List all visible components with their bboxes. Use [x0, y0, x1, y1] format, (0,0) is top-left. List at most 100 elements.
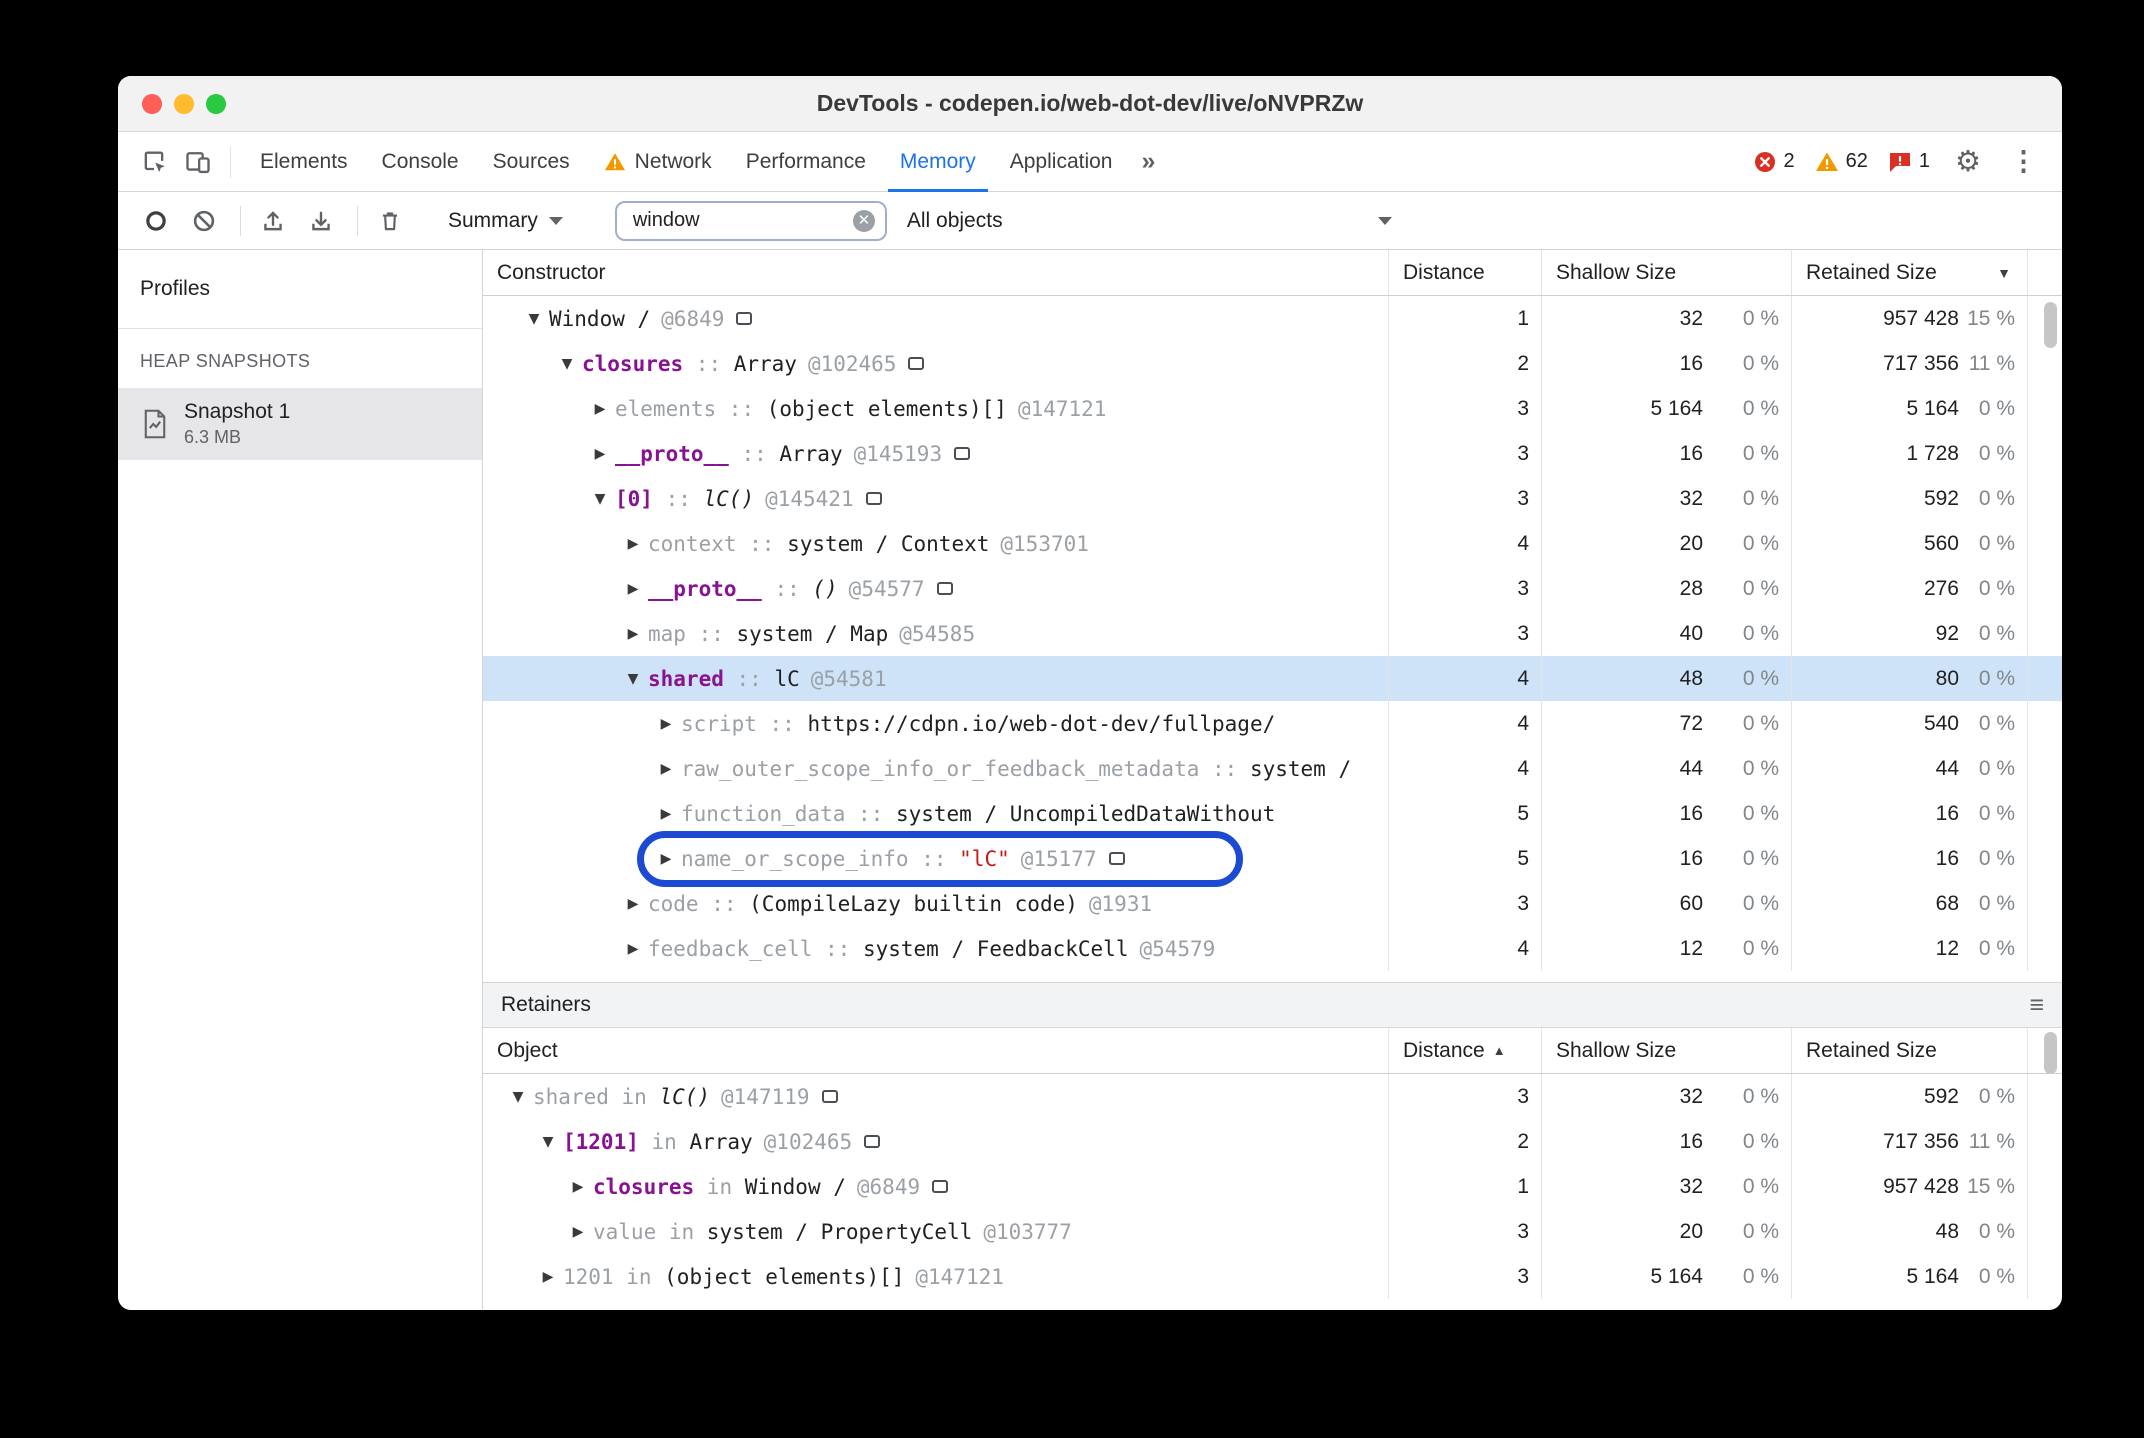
tab-performance[interactable]: Performance	[729, 132, 883, 191]
kebab-menu-icon[interactable]: ⋮	[2006, 144, 2042, 180]
tree-row[interactable]: ▶ __proto__ :: Array @145193 3 16 0 % 1 728 0 %	[483, 431, 2062, 476]
shallow-size-cell: 44 0 %	[1542, 746, 1792, 791]
col-constructor[interactable]: Constructor	[483, 250, 1389, 295]
collapse-arrow-icon[interactable]: ▼	[519, 311, 549, 327]
tree-row[interactable]: ▶ 1201 in (object elements)[] @147121 3 5 16…	[483, 1254, 2062, 1299]
object-id: @54585	[899, 621, 976, 646]
tab-elements[interactable]: Elements	[243, 132, 365, 191]
reveal-icon[interactable]	[908, 357, 925, 370]
delete-profile-icon[interactable]	[372, 203, 408, 239]
tab-network[interactable]: Network	[587, 132, 729, 191]
reveal-icon[interactable]	[954, 447, 971, 460]
tree-row[interactable]: ▶ closures in Window / @6849 1 32 0 % 957 428 1…	[483, 1164, 2062, 1209]
collapse-arrow-icon[interactable]: ▼	[533, 1134, 563, 1150]
constructor-scrollbar[interactable]	[2044, 302, 2057, 348]
expand-arrow-icon[interactable]: ▶	[585, 401, 615, 417]
tree-row[interactable]: ▶ name_or_scope_info :: "lC" @15177 5 16 0 % 1…	[483, 836, 2062, 881]
col-shallow-size[interactable]: Shallow Size	[1542, 1028, 1792, 1073]
object-id: @15177	[1020, 846, 1097, 871]
minimize-window-button[interactable]	[174, 94, 194, 114]
col-retained-size[interactable]: Retained Size	[1792, 1028, 2028, 1073]
retained-size-cell: 592 0 %	[1792, 1074, 2028, 1119]
tab-sources[interactable]: Sources	[476, 132, 587, 191]
tab-console[interactable]: Console	[365, 132, 476, 191]
collapse-arrow-icon[interactable]: ▼	[618, 671, 648, 687]
tree-row[interactable]: ▶ value in system / PropertyCell @103777 3 2…	[483, 1209, 2062, 1254]
objects-filter-select[interactable]: All objects	[907, 209, 1400, 233]
retainers-scrollbar[interactable]	[2044, 1032, 2057, 1074]
shallow-size-cell: 32 0 %	[1542, 296, 1792, 341]
warning-count-badge[interactable]: 62	[1815, 150, 1868, 174]
issues-count-badge[interactable]: 1	[1888, 150, 1930, 174]
error-count-badge[interactable]: 2	[1753, 150, 1795, 174]
shallow-size-cell: 28 0 %	[1542, 566, 1792, 611]
expand-arrow-icon[interactable]: ▶	[651, 761, 681, 777]
tree-row[interactable]: ▶ map :: system / Map @54585 3 40 0 % 92 0 %	[483, 611, 2062, 656]
retainers-menu-icon[interactable]: ≡	[2029, 991, 2044, 1020]
reveal-icon[interactable]	[932, 1180, 949, 1193]
device-toolbar-icon[interactable]	[180, 144, 216, 180]
reveal-icon[interactable]	[864, 1135, 881, 1148]
expand-arrow-icon[interactable]: ▶	[618, 941, 648, 957]
expand-arrow-icon[interactable]: ▶	[651, 851, 681, 867]
retainers-header-row: Object Distance ▲ Shallow Size Retained …	[483, 1028, 2062, 1074]
tree-row[interactable]: ▶ feedback_cell :: system / FeedbackCell @…	[483, 926, 2062, 971]
collapse-arrow-icon[interactable]: ▼	[503, 1089, 533, 1105]
expand-arrow-icon[interactable]: ▶	[563, 1224, 593, 1240]
sidebar-item-snapshot-1[interactable]: Snapshot 1 6.3 MB	[118, 388, 482, 460]
node-value: system / Map	[736, 621, 889, 646]
tree-row[interactable]: ▼ [1201] in Array @102465 2 16 0 % 717 356 11 %	[483, 1119, 2062, 1164]
save-profile-icon[interactable]	[303, 203, 339, 239]
clear-all-profiles-icon[interactable]	[186, 203, 222, 239]
node-name: [0]	[615, 486, 653, 511]
tree-row[interactable]: ▼ closures :: Array @102465 2 16 0 % 717 356 11…	[483, 341, 2062, 386]
reveal-icon[interactable]	[1108, 852, 1125, 865]
tree-row[interactable]: ▶ code :: (CompileLazy builtin code) @1931…	[483, 881, 2062, 926]
col-distance[interactable]: Distance ▲	[1389, 1028, 1542, 1073]
tree-row[interactable]: ▼ [0] :: lC() @145421 3 32 0 % 592 0 %	[483, 476, 2062, 521]
col-distance[interactable]: Distance	[1389, 250, 1542, 295]
clear-filter-icon[interactable]: ✕	[852, 209, 875, 232]
inspect-element-icon[interactable]	[136, 144, 172, 180]
expand-arrow-icon[interactable]: ▶	[651, 806, 681, 822]
tree-row[interactable]: ▶ elements :: (object elements)[] @147121 3…	[483, 386, 2062, 431]
settings-gear-icon[interactable]: ⚙	[1950, 144, 1986, 180]
reveal-icon[interactable]	[865, 492, 882, 505]
collapse-arrow-icon[interactable]: ▼	[585, 491, 615, 507]
class-filter-input[interactable]	[630, 208, 821, 233]
distance-cell: 4	[1389, 701, 1542, 746]
expand-arrow-icon[interactable]: ▶	[618, 626, 648, 642]
reveal-icon[interactable]	[821, 1090, 838, 1103]
tree-row[interactable]: ▶ function_data :: system / UncompiledDat…	[483, 791, 2062, 836]
collapse-arrow-icon[interactable]: ▼	[552, 356, 582, 372]
more-tabs-button[interactable]: »	[1129, 132, 1167, 191]
perspective-select[interactable]: Summary	[448, 209, 563, 233]
col-retained-size[interactable]: Retained Size ▼	[1792, 250, 2028, 295]
expand-arrow-icon[interactable]: ▶	[563, 1179, 593, 1195]
load-profile-icon[interactable]	[255, 203, 291, 239]
zoom-window-button[interactable]	[206, 94, 226, 114]
tab-memory[interactable]: Memory	[883, 132, 993, 192]
tree-row[interactable]: ▶ __proto__ :: () @54577 3 28 0 % 276 0 %	[483, 566, 2062, 611]
shallow-size-cell: 32 0 %	[1542, 1074, 1792, 1119]
expand-arrow-icon[interactable]: ▶	[618, 896, 648, 912]
expand-arrow-icon[interactable]: ▶	[585, 446, 615, 462]
close-window-button[interactable]	[142, 94, 162, 114]
reveal-icon[interactable]	[936, 582, 953, 595]
tree-row[interactable]: ▼ Window / @6849 1 32 0 % 957 428 15 %	[483, 296, 2062, 341]
expand-arrow-icon[interactable]: ▶	[651, 716, 681, 732]
tree-row[interactable]: ▶ raw_outer_scope_info_or_feedback_metada…	[483, 746, 2062, 791]
reveal-icon[interactable]	[736, 312, 753, 325]
col-object[interactable]: Object	[483, 1028, 1389, 1073]
expand-arrow-icon[interactable]: ▶	[533, 1269, 563, 1285]
tree-row[interactable]: ▶ script :: https://cdpn.io/web-dot-dev/f…	[483, 701, 2062, 746]
tree-row[interactable]: ▼ shared :: lC @54581 4 48 0 % 80 0 %	[483, 656, 2062, 701]
tab-application[interactable]: Application	[993, 132, 1130, 191]
record-heap-snapshot-icon[interactable]	[138, 203, 174, 239]
expand-arrow-icon[interactable]: ▶	[618, 581, 648, 597]
expand-arrow-icon[interactable]: ▶	[618, 536, 648, 552]
tree-row[interactable]: ▶ context :: system / Context @153701 4 20 0 …	[483, 521, 2062, 566]
tree-row[interactable]: ▼ shared in lC() @147119 3 32 0 % 592 0 %	[483, 1074, 2062, 1119]
col-shallow-size[interactable]: Shallow Size	[1542, 250, 1792, 295]
retained-size-cell: 68 0 %	[1792, 881, 2028, 926]
